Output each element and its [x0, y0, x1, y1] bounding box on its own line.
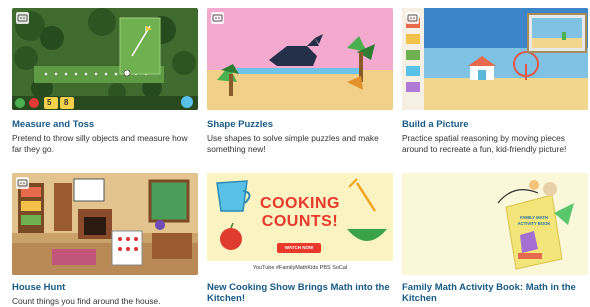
- thumbnail-activity-book[interactable]: FAMILY MATH ACTIVITY BOOK: [402, 173, 588, 275]
- game-icon: [211, 12, 224, 24]
- cooking-banner-footer: YouTube #FamilyMathKids PBS SoCal: [252, 265, 348, 271]
- cooking-banner-title-line2: COUNTS!: [261, 213, 339, 230]
- card-description: Pretend to throw silly objects and measu…: [12, 133, 188, 154]
- count-badge-2: 8: [64, 98, 69, 107]
- watch-now-button[interactable]: WATCH NOW: [277, 244, 321, 252]
- thumbnail-build-a-picture[interactable]: [402, 8, 588, 110]
- card-description: Practice spatial reasoning by moving pie…: [402, 133, 567, 154]
- cooking-banner-title-line1: COOKING: [260, 195, 340, 212]
- game-icon: [16, 177, 29, 189]
- activity-book-cover-title: FAMILY MATH ACTIVITY BOOK: [517, 215, 551, 226]
- card-title[interactable]: Shape Puzzles: [207, 119, 273, 130]
- card-title[interactable]: House Hunt: [12, 282, 65, 293]
- game-icon: [16, 12, 29, 24]
- card-title[interactable]: Build a Picture: [402, 119, 469, 130]
- card-title[interactable]: New Cooking Show Brings Math into the Ki…: [207, 282, 393, 304]
- card-description: Use shapes to solve simple puzzles and m…: [207, 133, 379, 154]
- thumbnail-house-hunt[interactable]: [12, 173, 198, 275]
- thumbnail-measure-and-toss[interactable]: 5 8: [12, 8, 198, 110]
- game-icon: [406, 12, 419, 24]
- card-title[interactable]: Family Math Activity Book: Math in the K…: [402, 282, 588, 304]
- thumbnail-cooking-show[interactable]: COOKING COUNTS! WATCH NOW YouTube #Famil…: [207, 173, 393, 275]
- thumbnail-shape-puzzles[interactable]: [207, 8, 393, 110]
- card-description: Count things you find around the house.: [12, 296, 161, 306]
- count-badge-1: 5: [47, 98, 52, 107]
- card-title[interactable]: Measure and Toss: [12, 119, 94, 130]
